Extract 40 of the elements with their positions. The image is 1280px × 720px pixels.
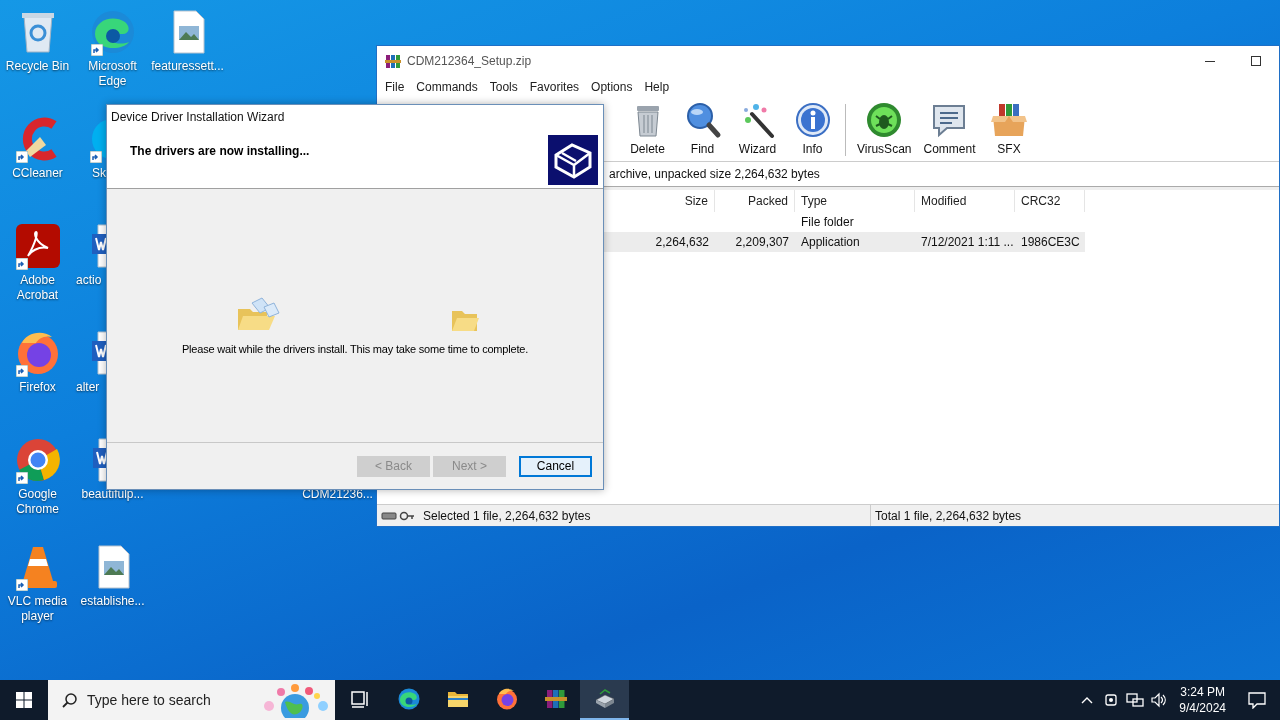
desktop-shortcut[interactable]: Adobe Acrobat [0, 218, 75, 325]
desktop-shortcut[interactable]: Firefox [0, 325, 75, 432]
desktop-shortcut[interactable]: establishe... [75, 539, 150, 646]
desktop-shortcut[interactable]: CCleaner [0, 111, 75, 218]
table-cell: 7/12/2021 1:11 ... [921, 235, 1014, 249]
menu-item[interactable]: Options [585, 80, 639, 94]
table-cell: 1986CE3C [1021, 235, 1080, 249]
toolbar-button[interactable]: Find [675, 98, 730, 156]
menu-item[interactable]: Commands [410, 80, 484, 94]
column-header[interactable]: Packed [715, 190, 795, 212]
column-header[interactable]: Modified [915, 190, 1015, 212]
table-cell: 2,209,307 [735, 235, 789, 249]
status-text: Selected 1 file, 2,264,632 bytes [423, 508, 591, 523]
menu-item[interactable]: File [379, 80, 411, 94]
toolbar-button[interactable]: VirusScan [851, 98, 918, 156]
table-cell: 2,264,632 [655, 235, 709, 249]
toolbar-button[interactable]: SFX [981, 98, 1037, 156]
table-cell: Application [801, 235, 860, 249]
search-field[interactable]: Type here to search [48, 680, 335, 720]
clock[interactable]: 3:24 PM 9/4/2024 [1171, 684, 1234, 716]
desktop-shortcut[interactable]: VLC media player [0, 539, 75, 646]
menu-item[interactable]: Tools [483, 80, 524, 94]
dialog-heading: The drivers are now installing... [130, 143, 310, 160]
menu-item[interactable]: Favorites [523, 80, 586, 94]
status-text: Total 1 file, 2,264,632 bytes [875, 508, 1022, 523]
toolbar-button[interactable]: Info [785, 98, 840, 156]
path-field[interactable]: archive, unpacked size 2,264,632 bytes [609, 167, 820, 181]
dialog-button[interactable]: Cancel [519, 455, 592, 477]
toolbar-button[interactable]: Wizard [730, 98, 785, 156]
toolbar-button[interactable]: Comment [917, 98, 982, 156]
column-header[interactable]: Size [634, 190, 715, 212]
window-title: CDM212364_Setup.zip [407, 54, 532, 68]
dialog-title: Device Driver Installation Wizard [107, 105, 603, 129]
menu-item[interactable]: Help [638, 80, 676, 94]
progress-message: Please wait while the drivers install. This may take some time to complete. [181, 343, 529, 355]
toolbar-button[interactable]: Delete [620, 98, 675, 156]
column-header[interactable]: CRC32 [1015, 190, 1085, 212]
desktop-shortcut[interactable]: Google Chrome [0, 432, 75, 539]
column-header[interactable]: Type [795, 190, 915, 212]
table-cell: File folder [801, 215, 854, 229]
